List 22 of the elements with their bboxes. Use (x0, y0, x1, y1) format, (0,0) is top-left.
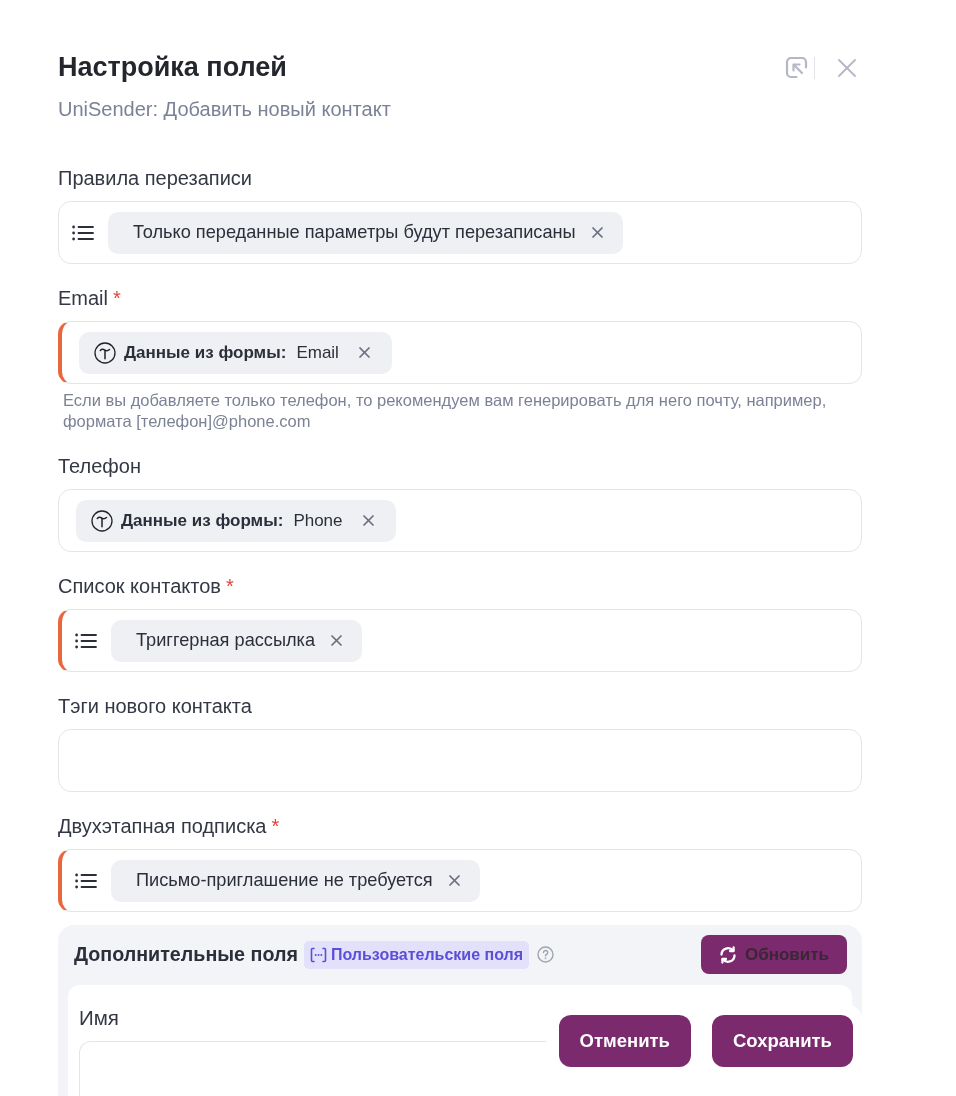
source-value: Phone (293, 509, 343, 532)
field-label: Имя (79, 1006, 120, 1030)
badge-text: Пользовательские поля (330, 944, 524, 965)
source-value: Email (296, 341, 339, 364)
field-label: Телефон (58, 454, 141, 478)
source-label: Данные из формы: (124, 341, 287, 364)
field-label: Список контактов (58, 574, 221, 598)
dialog-subtitle: UniSender: Добавить новый контакт (58, 97, 391, 121)
dialog-title: Настройка полей (58, 51, 288, 83)
required-asterisk: * (225, 574, 234, 598)
field-label: Правила перезаписи (58, 166, 252, 190)
chip-text: Триггерная рассылка (136, 628, 316, 652)
panel-title: Дополнительные поля (74, 941, 298, 967)
hint-text: Если вы добавляете только телефон, то рекомендуем вам генерировать для него почту, например, формата [телефон]@phone.com (62, 390, 828, 432)
field-label: Двухэтапная подписка (58, 814, 267, 838)
chip-text: Только переданные параметры будут перезаписаны (133, 220, 576, 244)
required-asterisk: * (271, 814, 280, 838)
chip-text: Письмо-приглашение не требуется (136, 868, 433, 892)
required-asterisk: * (113, 286, 121, 310)
field-label: Email (58, 286, 108, 310)
source-label: Данные из формы: (121, 509, 284, 532)
field-label: Тэги нового контакта (58, 694, 252, 718)
